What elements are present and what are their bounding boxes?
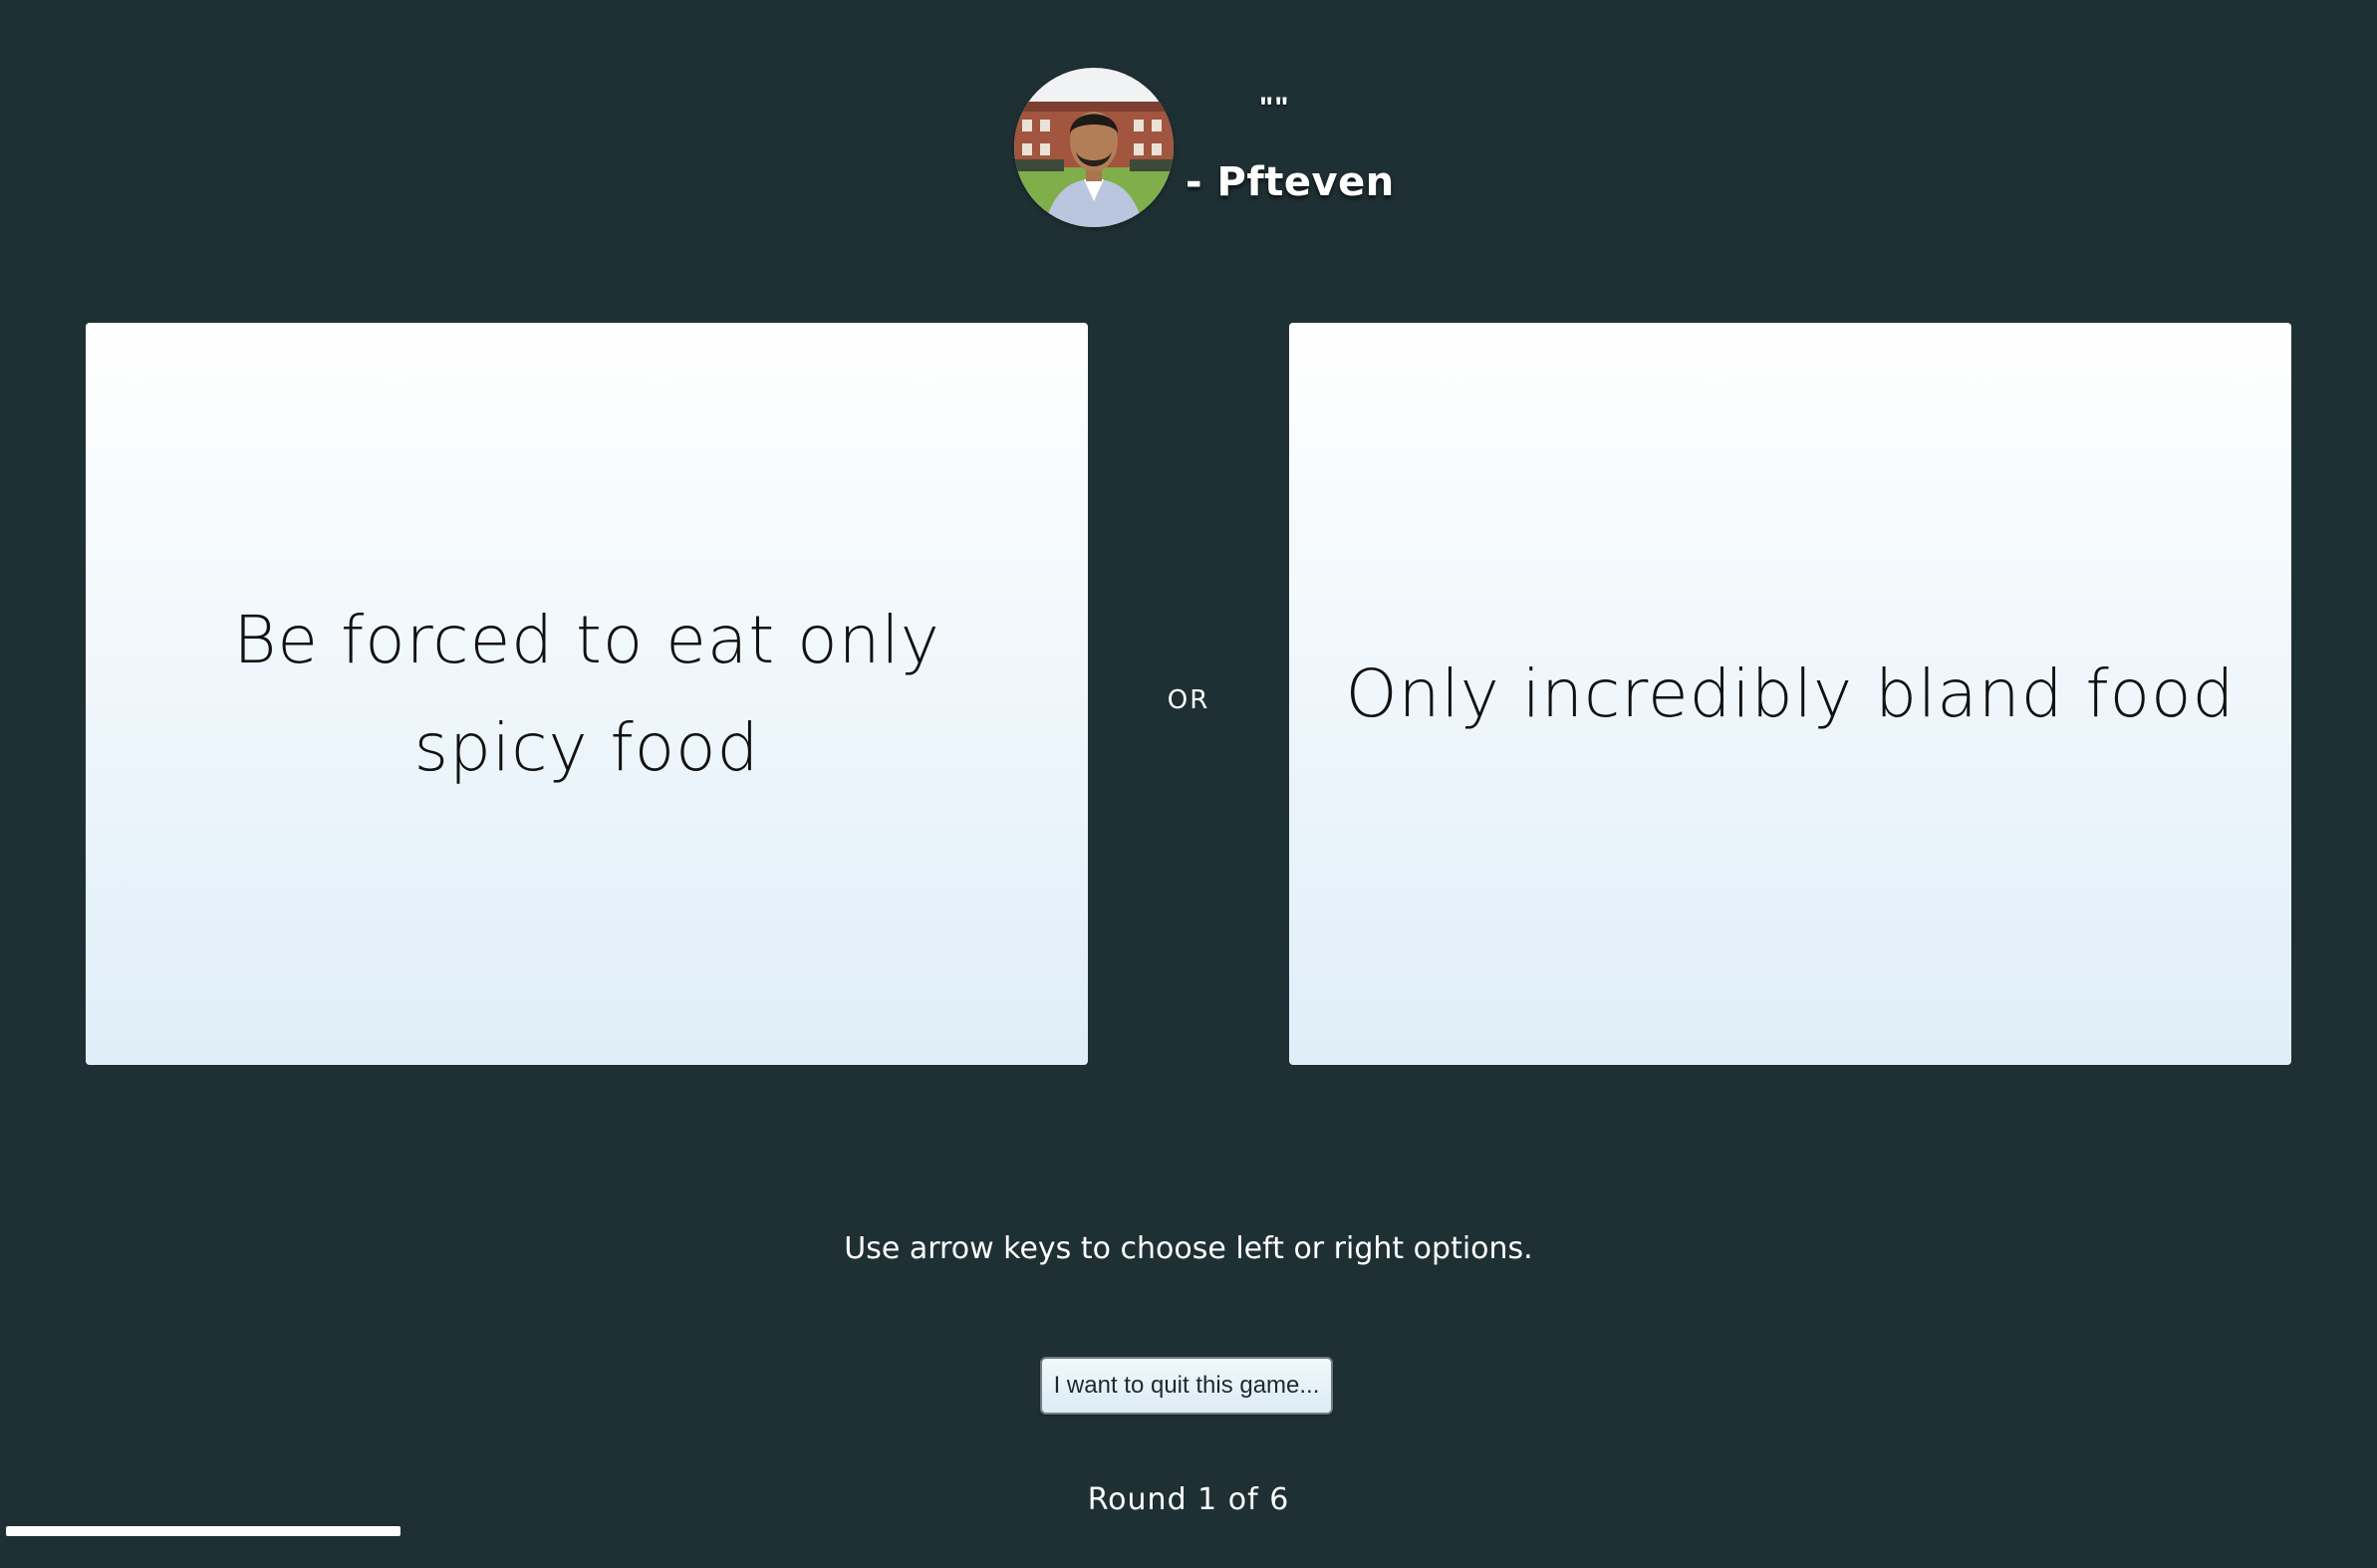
- quote-author: - Pfteven: [1186, 159, 1395, 205]
- round-progress-bar: [6, 1526, 2371, 1536]
- quit-game-button[interactable]: I want to quit this game...: [1040, 1357, 1333, 1415]
- option-right-text: Only incredibly bland food: [1345, 654, 2236, 732]
- round-indicator: Round 1 of 6: [1087, 1482, 1290, 1517]
- option-left-card[interactable]: Be forced to eat only spicy food: [86, 323, 1088, 1065]
- option-left-text: Be forced to eat only spicy food: [233, 601, 940, 786]
- quote-header: "" - Pfteven: [1014, 68, 1394, 231]
- author-avatar: [1014, 68, 1174, 227]
- round-progress-fill: [6, 1526, 400, 1536]
- or-separator: OR: [1167, 685, 1210, 715]
- option-right-card[interactable]: Only incredibly bland food: [1289, 323, 2291, 1065]
- keyboard-hint: Use arrow keys to choose left or right o…: [844, 1231, 1533, 1266]
- quote-text: "": [1259, 92, 1290, 125]
